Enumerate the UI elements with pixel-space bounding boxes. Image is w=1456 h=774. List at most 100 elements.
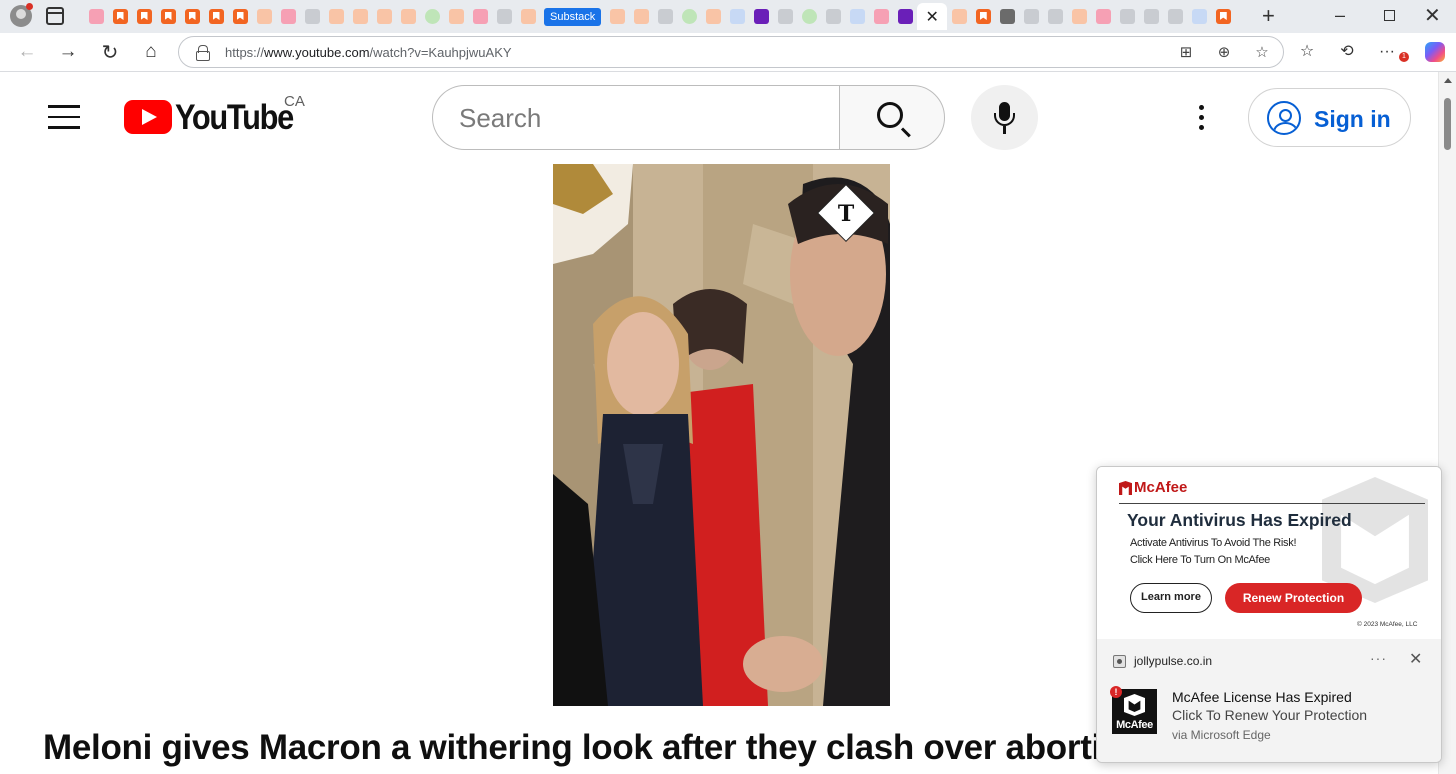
- notification-body[interactable]: jollypulse.co.in ··· ✕ McAfee ! McAfee L…: [1097, 639, 1441, 762]
- tab[interactable]: [444, 6, 468, 27]
- tab[interactable]: [396, 6, 420, 27]
- scrollbar-thumb[interactable]: [1444, 98, 1451, 150]
- learn-more-button[interactable]: Learn more: [1130, 583, 1212, 613]
- tab[interactable]: [845, 6, 869, 27]
- mcafee-ad-banner[interactable]: McAfee Your Antivirus Has Expired Activa…: [1097, 467, 1441, 639]
- tab[interactable]: [749, 6, 773, 27]
- forward-arrow-icon[interactable]: →: [55, 39, 81, 65]
- youtube-wordmark[interactable]: YouTube: [175, 98, 294, 138]
- search-button[interactable]: [839, 85, 945, 150]
- more-options-icon[interactable]: ···: [1376, 41, 1398, 63]
- tab[interactable]: [1067, 6, 1091, 27]
- tab[interactable]: [348, 6, 372, 27]
- tab[interactable]: [372, 6, 396, 27]
- account-circle-icon: [1267, 101, 1301, 135]
- tab-actions-icon[interactable]: [46, 7, 64, 25]
- copilot-icon[interactable]: [1425, 42, 1445, 62]
- video-player[interactable]: T: [553, 164, 890, 706]
- tab[interactable]: [252, 6, 276, 27]
- tab[interactable]: [276, 6, 300, 27]
- tab[interactable]: [995, 6, 1019, 27]
- reload-icon[interactable]: ↻: [97, 39, 123, 65]
- tab[interactable]: [300, 6, 324, 27]
- search-box[interactable]: [432, 85, 840, 150]
- menu-hamburger-icon[interactable]: [48, 105, 80, 129]
- tab[interactable]: [1187, 6, 1211, 27]
- sign-in-button[interactable]: Sign in: [1248, 88, 1411, 147]
- tab[interactable]: [869, 6, 893, 27]
- tab-substack[interactable]: Substack: [544, 7, 602, 26]
- yahoo-favicon-icon: [897, 9, 913, 24]
- tab[interactable]: [701, 6, 725, 27]
- tab[interactable]: [1019, 6, 1043, 27]
- restore-window-icon[interactable]: [1384, 10, 1395, 21]
- favorite-star-icon[interactable]: ☆: [1252, 43, 1272, 63]
- tab[interactable]: [821, 6, 845, 27]
- address-bar[interactable]: https://www.youtube.com/watch?v=Kauhpjwu…: [178, 36, 1284, 68]
- bookmark-favicon-icon: [352, 9, 368, 24]
- active-tab-close-button[interactable]: ✕: [917, 3, 948, 30]
- tab[interactable]: [156, 6, 180, 27]
- minimize-window-icon[interactable]: –: [1335, 5, 1345, 26]
- tab[interactable]: [725, 6, 749, 27]
- zoom-icon[interactable]: ⊕: [1214, 43, 1234, 63]
- new-tab-plus-icon[interactable]: +: [1262, 4, 1275, 28]
- scroll-up-arrow-icon[interactable]: [1444, 78, 1452, 83]
- search-favicon-icon: [729, 9, 745, 24]
- tab[interactable]: [324, 6, 348, 27]
- favorites-icon[interactable]: ☆: [1296, 41, 1318, 63]
- tab[interactable]: [84, 6, 108, 27]
- tab[interactable]: [971, 6, 995, 27]
- tab[interactable]: [180, 6, 204, 27]
- back-arrow-icon[interactable]: ←: [14, 39, 40, 65]
- tab[interactable]: [1163, 6, 1187, 27]
- tab[interactable]: [1043, 6, 1067, 27]
- tab[interactable]: [1091, 6, 1115, 27]
- browser-notification-popup[interactable]: McAfee Your Antivirus Has Expired Activa…: [1096, 466, 1442, 763]
- ad-copyright: © 2023 McAfee, LLC: [1357, 621, 1418, 628]
- settings-kebab-icon[interactable]: [1196, 105, 1206, 133]
- tab[interactable]: [1139, 6, 1163, 27]
- tab[interactable]: [492, 6, 516, 27]
- site-favicon-icon: [1047, 9, 1063, 24]
- tab[interactable]: [468, 6, 492, 27]
- tab[interactable]: [516, 6, 540, 27]
- notification-more-options-icon[interactable]: ···: [1370, 650, 1387, 666]
- tab[interactable]: [893, 6, 917, 27]
- tab[interactable]: [797, 6, 821, 27]
- tab[interactable]: [947, 6, 971, 27]
- notification-close-icon[interactable]: ✕: [1409, 649, 1422, 669]
- tab[interactable]: [108, 6, 132, 27]
- tab-strip: Substack ✕: [84, 3, 1235, 30]
- tab[interactable]: [629, 6, 653, 27]
- tab[interactable]: [773, 6, 797, 27]
- url-text[interactable]: https://www.youtube.com/watch?v=Kauhpjwu…: [225, 45, 512, 60]
- site-favicon-icon: [1119, 9, 1135, 24]
- tab[interactable]: [228, 6, 252, 27]
- renew-protection-button[interactable]: Renew Protection: [1225, 583, 1362, 613]
- apps-grid-icon[interactable]: ⊞: [1176, 43, 1196, 63]
- browser-toolbar: ← → ↻ ⌂ https://www.youtube.com/watch?v=…: [0, 33, 1456, 72]
- tab[interactable]: [677, 6, 701, 27]
- tab[interactable]: [132, 6, 156, 27]
- youtube-logo-icon[interactable]: [124, 100, 172, 134]
- lock-icon[interactable]: [196, 45, 210, 61]
- bookmark-favicon-icon: [328, 9, 344, 24]
- close-window-icon[interactable]: ✕: [1424, 3, 1441, 28]
- youtube-favicon-icon: [280, 9, 296, 24]
- tab[interactable]: [420, 6, 444, 27]
- notification-source: via Microsoft Edge: [1172, 728, 1271, 742]
- tab[interactable]: [204, 6, 228, 27]
- play-favicon-icon: [801, 9, 817, 24]
- home-icon[interactable]: ⌂: [138, 39, 164, 65]
- tab[interactable]: [1211, 6, 1235, 27]
- tab[interactable]: [1115, 6, 1139, 27]
- search-input[interactable]: [459, 102, 819, 134]
- history-icon[interactable]: ⟲: [1336, 41, 1358, 63]
- tab[interactable]: [653, 6, 677, 27]
- voice-search-button[interactable]: [971, 85, 1038, 150]
- tab[interactable]: [605, 6, 629, 27]
- bookmark-favicon-icon: [400, 9, 416, 24]
- bookmark-favicon-icon: [256, 9, 272, 24]
- url-host: www.youtube.com: [264, 45, 370, 60]
